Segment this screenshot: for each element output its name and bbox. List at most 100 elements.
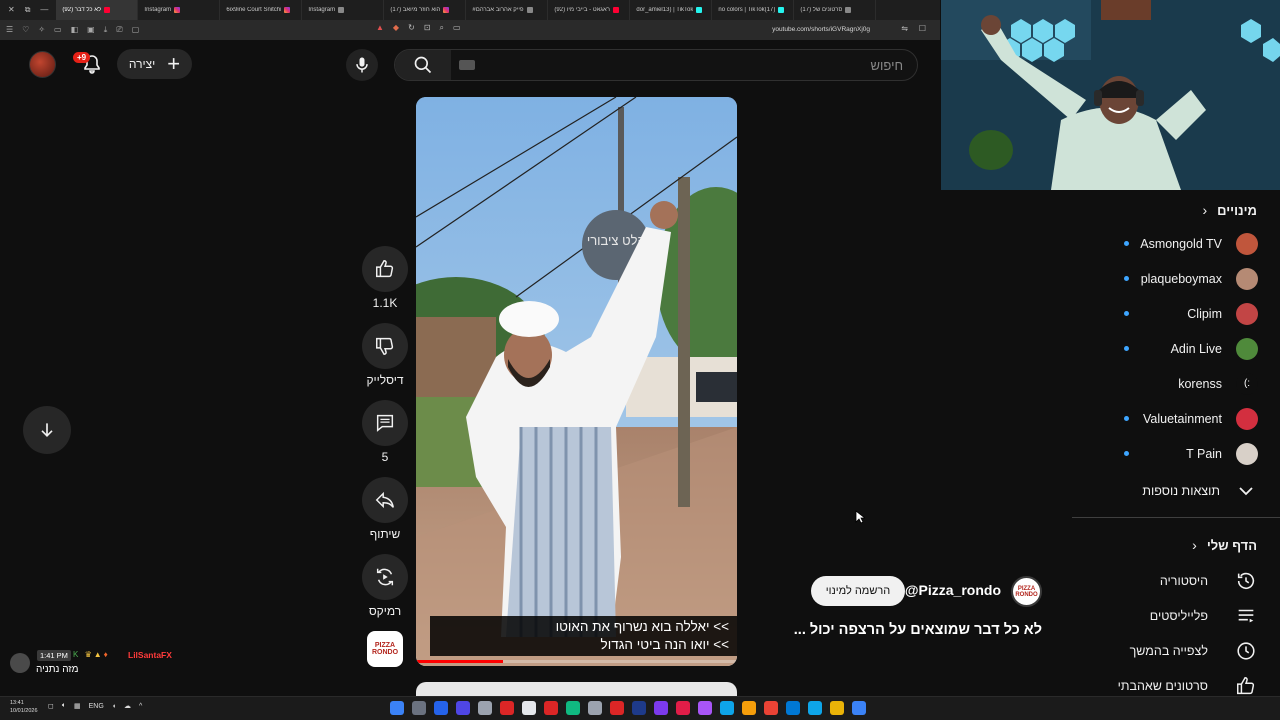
subscription-item[interactable]: Adin Live [1098,331,1258,366]
browser-tab[interactable]: (17) סרטונים של [794,0,877,20]
screenshot-icon[interactable]: ⎚ [116,25,122,35]
subscriptions-header[interactable]: מינויים ‹ [1202,202,1257,218]
subscription-item[interactable]: T Pain [1098,436,1258,471]
voice-search-button[interactable] [346,49,378,81]
collections-icon[interactable]: ▣ [87,25,95,35]
webcam-frame [941,0,1280,190]
subscription-item[interactable]: :) korenss [1098,366,1258,401]
dislike-button[interactable] [362,323,408,369]
minimize-icon[interactable]: — [40,5,48,15]
browser-tab[interactable]: no colors | TikTok(17) [712,0,795,20]
dislike-label: דיסלייק [366,373,404,387]
taskbar-app-icon[interactable] [566,701,580,715]
video-title[interactable]: לא כל דבר שמוצאים על הרצפה יכול ... [760,622,1042,638]
share-button[interactable] [362,477,408,523]
taskbar-app-icon[interactable] [478,701,492,715]
video-progress-bar[interactable] [416,660,737,663]
taskbar-app-icon[interactable] [742,701,756,715]
extensions-icon[interactable]: ✧ [38,25,45,35]
taskbar-app-icon[interactable] [610,701,624,715]
chat-icon[interactable]: ▢ [132,25,140,35]
comments-button[interactable] [362,400,408,446]
subscription-item[interactable]: Valuetainment [1098,401,1258,436]
taskbar-app-icon[interactable] [764,701,778,715]
cloud-icon[interactable]: ☁ [124,702,131,710]
taskbar-app-icon[interactable] [500,701,514,715]
mic-tray-icon[interactable]: ◖ [112,703,116,710]
taskbar-app-icon[interactable] [676,701,690,715]
taskbar-app-icon[interactable] [412,701,426,715]
browser-tab[interactable]: Instagram [138,0,221,20]
search-button[interactable] [395,50,451,80]
search-input[interactable] [523,50,903,80]
channel-thumb-logo-text: PIZZA RONDO [371,642,399,656]
reading-view-icon[interactable]: ▭ [54,25,62,35]
generic-icon [338,7,345,13]
bookmark-icon[interactable]: ☐ [919,24,926,33]
taskbar-app-icon[interactable] [390,701,404,715]
taskbar-app-icon[interactable] [434,701,448,715]
menu-icon[interactable]: ☰ [6,25,13,35]
taskbar-app-icon[interactable] [456,701,470,715]
network-icon[interactable]: ▦ [74,702,81,710]
tray-overflow-icon[interactable]: ^ [139,703,142,710]
clock-time: 13:41 [10,700,24,706]
downloads-icon[interactable]: ⤓ [104,25,108,35]
channel-handle[interactable]: @Pizza_rondo [905,582,1001,598]
sound-channel-thumbnail[interactable]: PIZZA RONDO [367,631,403,667]
input-language[interactable]: ENG [89,703,104,710]
subscription-item[interactable]: Clipim [1098,296,1258,331]
taskbar-app-icon[interactable] [522,701,536,715]
chat-avatar [10,653,30,673]
subscribe-button[interactable]: הרשמה למינוי [811,576,905,606]
copy-icon[interactable]: ⧉ [25,5,31,15]
browser-tab[interactable]: #פייק אהרוב אברהם [466,0,549,20]
next-short-button[interactable] [23,406,71,454]
like-button[interactable] [362,246,408,292]
browser-tab[interactable]: Instagram [302,0,385,20]
channel-avatar[interactable]: PIZZA RONDO [1011,576,1042,607]
you-item[interactable]: פלייליסטים [1150,598,1258,633]
browser-tab[interactable]: (92) ראגאט - בייבי מיו [548,0,631,20]
taskbar-app-icon[interactable] [786,701,800,715]
address-bar[interactable]: youtube.com/shorts/iGVRagnXj0g [372,23,916,37]
taskbar-app-icon[interactable] [654,701,668,715]
sidebar-icon[interactable]: ◧ [71,25,79,35]
browser-tab[interactable]: (17) הוא חוזר מיואב [384,0,467,20]
avatar[interactable] [29,51,56,78]
you-title: הדף שלי [1206,537,1257,553]
keyboard-icon[interactable] [459,60,475,70]
you-header[interactable]: הדף שלי ‹ [1192,537,1257,553]
notifications-tray-icon[interactable]: ◻ [48,702,54,710]
favorites-icon[interactable]: ♡ [22,25,29,35]
taskbar-app-icon[interactable] [588,701,602,715]
browser-tab[interactable]: (92) לא כל דבר [56,0,139,20]
comment-count: 5 [381,450,389,464]
next-short-preview[interactable] [416,682,737,696]
subscription-item[interactable]: plaqueboymax [1098,261,1258,296]
show-more-label: תוצאות נוספות [1142,484,1220,498]
volume-icon[interactable]: 🔈︎ [62,702,66,710]
you-item[interactable]: היסטוריה [1160,563,1258,598]
you-item[interactable]: לצפייה בהמשך [1130,633,1258,668]
browser-tab[interactable]: dor_amiel13) | TikTok [630,0,713,20]
taskbar-app-icon[interactable] [830,701,844,715]
browser-tab[interactable]: 6ix9ine Court Snitchi [220,0,303,20]
history-icon [1234,569,1258,593]
taskbar-app-icon[interactable] [808,701,822,715]
short-video-player[interactable]: קלט ציבורי >> יאללה בוא נשרוף את האוטו >… [416,97,737,666]
close-window-icon[interactable]: ✕ [8,5,15,15]
subscription-item[interactable]: Asmongold TV [1098,226,1258,261]
taskbar-app-icon[interactable] [852,701,866,715]
taskbar-app-icon[interactable] [698,701,712,715]
taskbar-app-icon[interactable] [720,701,734,715]
settings-sliders-icon[interactable]: ⇋ [901,24,908,33]
remix-button[interactable] [362,554,408,600]
thumbs-down-icon [376,337,394,355]
taskbar-app-icon[interactable] [632,701,646,715]
show-more-button[interactable]: תוצאות נוספות [1142,479,1258,503]
taskbar-app-icon[interactable] [544,701,558,715]
remix-icon [376,568,394,586]
system-clock[interactable]: 13:41 10/01/2026 [10,699,38,715]
create-button[interactable]: יצירה + [117,49,192,79]
